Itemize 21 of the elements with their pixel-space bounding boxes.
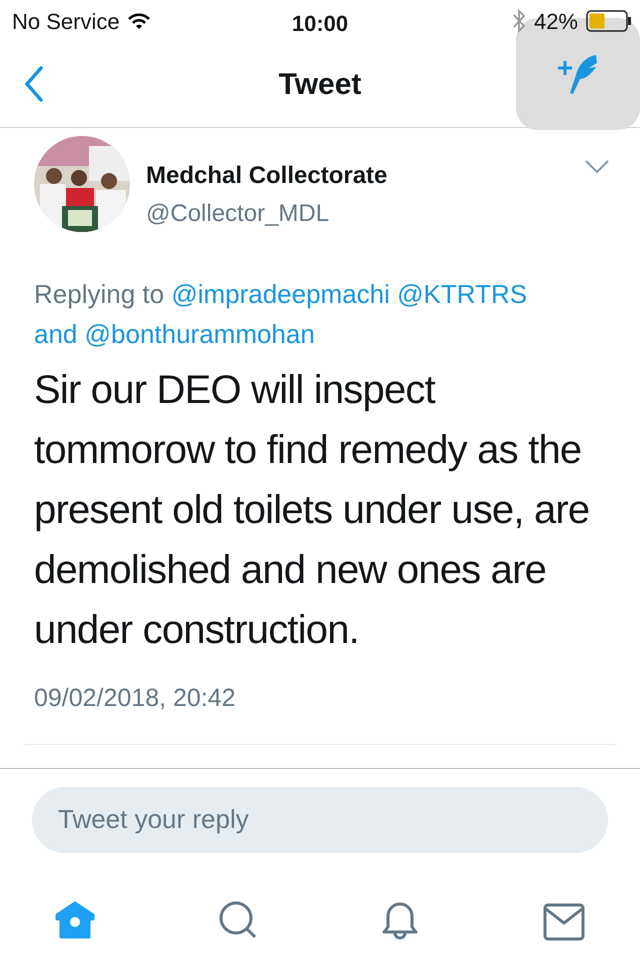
bluetooth-icon bbox=[512, 8, 526, 34]
tweet-text: Sir our DEO will inspect tommorow to find remedy as the present old toilets under use, are demolished and new ones are under construction. bbox=[33, 367, 590, 654]
battery-icon bbox=[586, 10, 632, 32]
mention-link[interactable]: @impradeepmachi bbox=[171, 279, 390, 309]
mention-link[interactable]: and bbox=[34, 319, 78, 349]
back-button[interactable] bbox=[24, 66, 44, 102]
back-icon bbox=[24, 66, 44, 102]
page-title: Tweet bbox=[278, 67, 362, 103]
account-handle: @Collector_MDL bbox=[146, 199, 330, 229]
mention-link[interactable]: @bonthurammohan bbox=[84, 319, 315, 349]
tweet-timestamp: 09/02/2018, 20:42 bbox=[33, 683, 237, 714]
chevron-down-icon bbox=[584, 158, 610, 174]
carrier-label: No Service bbox=[12, 8, 120, 36]
reply-field[interactable]: Tweet your reply bbox=[32, 786, 608, 852]
time-label: 10:00 bbox=[292, 11, 348, 36]
more-button[interactable] bbox=[584, 158, 610, 174]
mention-link[interactable]: @KTRTRS bbox=[397, 279, 528, 309]
wifi-icon bbox=[128, 13, 150, 29]
battery-label: 42% bbox=[534, 8, 578, 36]
replying-to-text: Replying to @impradeepmachi @KTRTRS and @bonthurammohan bbox=[33, 278, 528, 351]
account-name: Medchal Collectorate bbox=[146, 161, 388, 191]
